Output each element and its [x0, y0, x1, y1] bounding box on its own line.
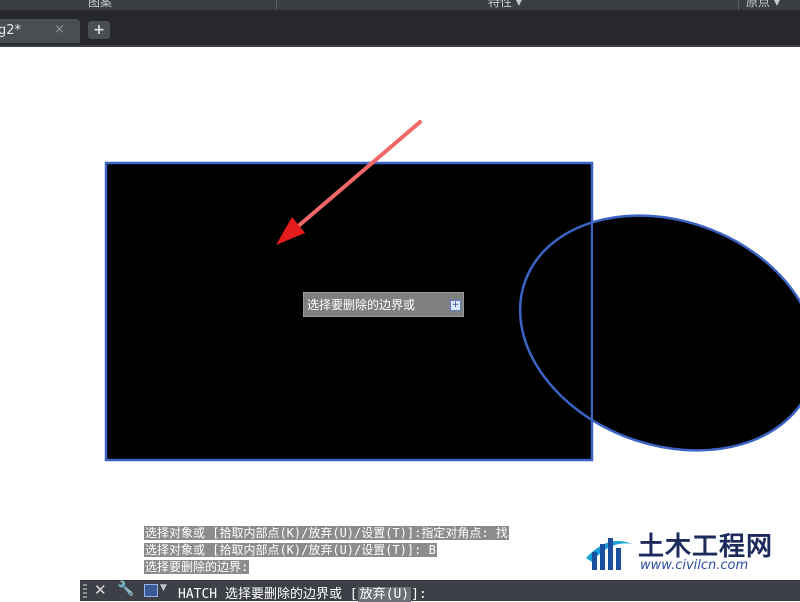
close-icon[interactable]: ×: [54, 22, 65, 37]
site-logo: 土木工程网 www.civilcn.com: [580, 520, 772, 578]
close-icon[interactable]: ✕: [94, 581, 107, 599]
expand-icon[interactable]: +: [450, 300, 461, 311]
command-tooltip: 选择要删除的边界或 +: [303, 292, 464, 317]
ribbon-panel-pattern[interactable]: 图案: [88, 0, 112, 9]
file-tab-bar: g2* × +: [0, 11, 800, 47]
new-tab-button[interactable]: +: [88, 21, 110, 39]
ribbon-divider: [276, 0, 277, 10]
history-line: 选择对象或 [拾取内部点(K)/放弃(U)/设置(T)]: B: [144, 543, 437, 557]
tooltip-text: 选择要删除的边界或: [307, 298, 416, 312]
chevron-down-icon[interactable]: ▼: [160, 583, 167, 593]
drag-handle-icon[interactable]: [83, 584, 87, 598]
command-prompt[interactable]: HATCH 选择要删除的边界或 [放弃(U)]:: [178, 583, 427, 602]
file-tab-title: g2*: [0, 23, 22, 38]
file-tab-active[interactable]: g2* ×: [0, 19, 80, 43]
ribbon-panel-origin[interactable]: 原点 ▾: [746, 0, 780, 9]
command-history: 选择对象或 [拾取内部点(K)/放弃(U)/设置(T)]:指定对角点: 找 选择…: [144, 526, 509, 577]
recent-commands-icon[interactable]: [144, 584, 158, 597]
ribbon-divider: [738, 0, 739, 10]
history-line: 选择要删除的边界:: [144, 560, 250, 574]
command-line[interactable]: ✕ 🔧 ▼ HATCH 选择要删除的边界或 [放弃(U)]:: [80, 580, 800, 602]
logo-url: www.civilcn.com: [640, 558, 749, 573]
history-line: 选择对象或 [拾取内部点(K)/放弃(U)/设置(T)]:指定对角点: 找: [144, 526, 509, 540]
drawing-geometry: [104, 120, 800, 480]
ribbon-strip: 图案 特性 ▾ 原点 ▾: [0, 0, 800, 11]
wrench-icon[interactable]: 🔧: [117, 581, 134, 597]
hatched-ellipse-region[interactable]: [593, 150, 800, 480]
logo-mark-icon: [586, 538, 632, 570]
drawing-canvas[interactable]: 选择要删除的边界或 +: [0, 47, 800, 600]
ribbon-panel-properties[interactable]: 特性 ▾: [488, 0, 522, 9]
